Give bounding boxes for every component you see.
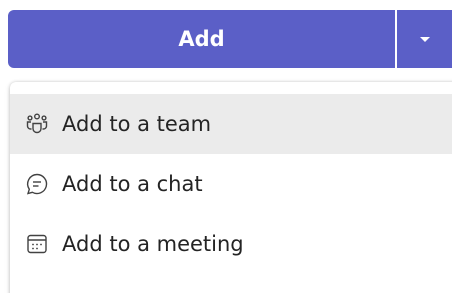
add-split-button: Add	[8, 10, 452, 68]
chat-icon	[24, 171, 50, 197]
menu-item-add-to-chat[interactable]: Add to a chat	[10, 154, 452, 214]
add-dropdown-toggle[interactable]	[397, 10, 452, 68]
menu-item-add-to-meeting[interactable]: Add to a meeting	[10, 214, 452, 274]
add-button[interactable]: Add	[8, 10, 395, 68]
add-app-panel: Add Add to a team Add to a chat Add to a…	[0, 0, 452, 293]
calendar-icon	[24, 231, 50, 257]
add-dropdown-menu: Add to a team Add to a chat Add to a mee…	[10, 82, 452, 293]
menu-item-label: Add to a chat	[62, 172, 203, 196]
menu-item-add-to-team[interactable]: Add to a team	[10, 94, 452, 154]
menu-item-label: Add to a team	[62, 112, 212, 136]
chevron-down-icon	[419, 36, 430, 42]
team-icon	[24, 111, 50, 137]
menu-item-label: Add to a meeting	[62, 232, 244, 256]
